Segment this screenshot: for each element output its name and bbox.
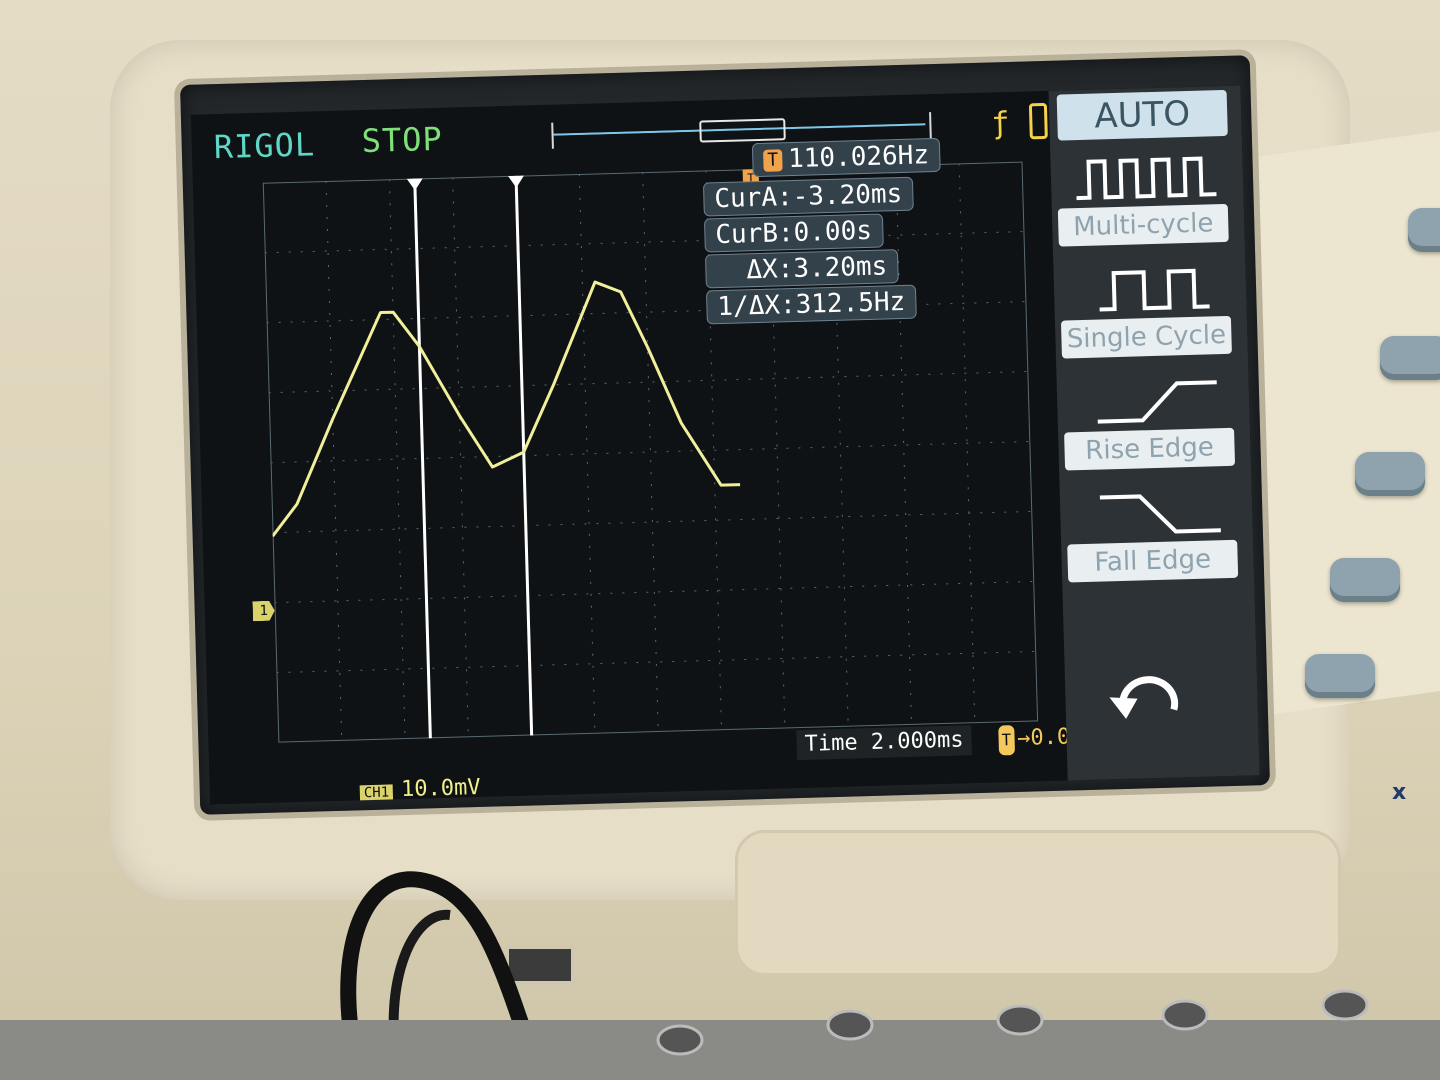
table-hole — [996, 1004, 1044, 1036]
side-brand-mark: x — [1392, 780, 1407, 805]
table-hole — [826, 1009, 874, 1041]
optical-table — [0, 989, 1440, 1080]
table-hole — [1161, 999, 1209, 1031]
table-hole — [656, 1024, 704, 1056]
table-hole — [1321, 989, 1369, 1021]
oscilloscope-body: RIGOL STOP ƒ T 1 T 110.026Hz CurA:-3.20m… — [0, 0, 1440, 1080]
